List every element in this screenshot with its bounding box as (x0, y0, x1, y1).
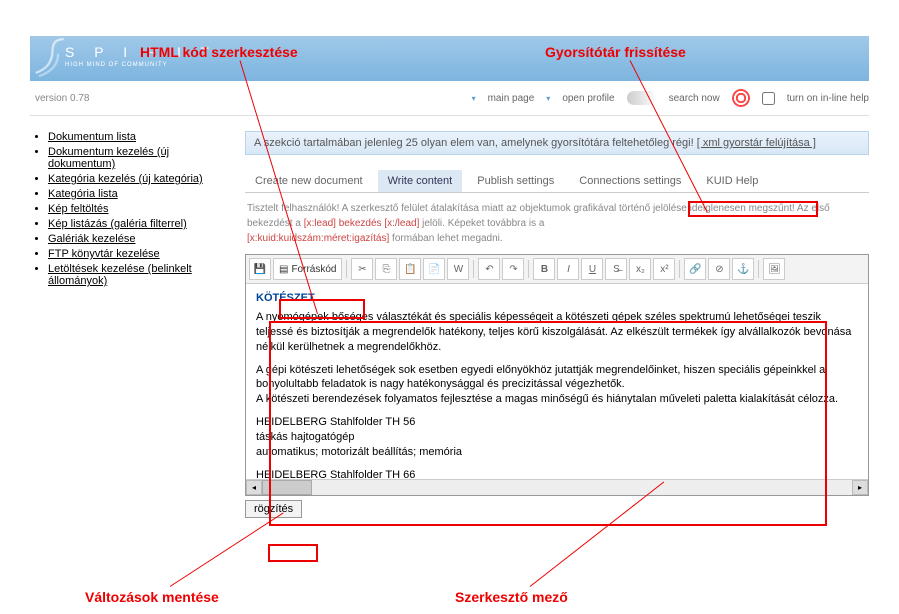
cache-message: A szekció tartalmában jelenleg 25 olyan … (254, 137, 697, 149)
content-paragraph: HEIDELBERG Stahlfolder TH 66 táskás hajt… (256, 468, 858, 479)
nav-main-page[interactable]: main page (488, 93, 535, 104)
strike-icon[interactable]: S̶ (605, 258, 627, 280)
annotation-save-changes: Változások mentése (85, 589, 219, 605)
content-title: KÖTÉSZET (256, 292, 858, 304)
superscript-icon[interactable]: x² (653, 258, 675, 280)
bold-icon[interactable]: B (533, 258, 555, 280)
sidebar-item[interactable]: Dokumentum lista (48, 131, 136, 143)
redo-icon[interactable]: ↷ (502, 258, 524, 280)
intro-text: Tisztelt felhasználók! A szerkesztő felü… (245, 193, 869, 254)
horizontal-scrollbar[interactable]: ◂ ▸ (246, 479, 868, 495)
anchor-icon[interactable]: ⚓ (732, 258, 754, 280)
sidebar-item[interactable]: Letöltések kezelése (belinkelt állományo… (48, 263, 192, 287)
tab-publish[interactable]: Publish settings (467, 170, 564, 192)
nav-open-profile[interactable]: open profile (562, 93, 614, 104)
sidebar-item[interactable]: FTP könyvtár kezelése (48, 248, 160, 260)
sidebar-item[interactable]: Kategória lista (48, 188, 118, 200)
annotation-html-edit: HTML kód szerkesztése (140, 44, 298, 60)
scroll-thumb[interactable] (262, 480, 312, 495)
save-icon[interactable]: 💾 (249, 258, 271, 280)
tab-write-content[interactable]: Write content (378, 170, 463, 192)
tab-bar: Create new document Write content Publis… (245, 170, 869, 193)
cut-icon[interactable]: ✂ (351, 258, 373, 280)
chevron-down-icon: ▾ (546, 94, 550, 103)
scroll-left-arrow-icon[interactable]: ◂ (246, 480, 262, 495)
sidebar-item[interactable]: Dokumentum kezelés (új dokumentum) (48, 146, 169, 170)
chevron-down-icon: ▾ (472, 94, 476, 103)
annotation-box-save (268, 544, 318, 562)
editor-toolbar: 💾 ▤ Forráskód ✂ ⎘ 📋 📄 W ↶ ↷ B I U S̶ (246, 255, 868, 284)
sidebar-item[interactable]: Galériák kezelése (48, 233, 135, 245)
content-paragraph: HEIDELBERG Stahlfolder TH 56 táskás hajt… (256, 415, 858, 460)
sub-header: version 0.78 ▾ main page ▾ open profile … (30, 81, 869, 116)
editor-container: 💾 ▤ Forráskód ✂ ⎘ 📋 📄 W ↶ ↷ B I U S̶ (245, 254, 869, 496)
italic-icon[interactable]: I (557, 258, 579, 280)
content-paragraph: A gépi kötészeti lehetőségek sok esetben… (256, 363, 858, 408)
paste-word-icon[interactable]: W (447, 258, 469, 280)
source-icon: ▤ (279, 264, 288, 275)
sidebar-item[interactable]: Kép listázás (galéria filterrel) (48, 218, 187, 230)
tab-kuid-help[interactable]: KUID Help (696, 170, 768, 192)
nav-inline-help[interactable]: turn on in-line help (787, 93, 869, 104)
sidebar-item[interactable]: Kép feltöltés (48, 203, 109, 215)
underline-icon[interactable]: U (581, 258, 603, 280)
editor-body[interactable]: KÖTÉSZET A nyomógépek bőséges választéká… (246, 284, 868, 479)
undo-icon[interactable]: ↶ (478, 258, 500, 280)
copy-icon[interactable]: ⎘ (375, 258, 397, 280)
annotation-editor-field: Szerkesztő mező (455, 589, 568, 605)
content-paragraph: A nyomógépek bőséges választékát és spec… (256, 310, 858, 355)
inline-help-checkbox[interactable] (762, 92, 775, 105)
annotation-cache-refresh: Gyorsítótár frissítése (545, 44, 686, 60)
cache-banner: A szekció tartalmában jelenleg 25 olyan … (245, 131, 869, 155)
cache-refresh-link[interactable]: [ xml gyorstár felújítása ] (697, 137, 816, 149)
paste-icon[interactable]: 📋 (399, 258, 421, 280)
sidebar-item[interactable]: Kategória kezelés (új kategória) (48, 173, 203, 185)
sidebar: Dokumentum lista Dokumentum kezelés (új … (30, 131, 230, 518)
save-button[interactable]: rögzítés (245, 500, 302, 518)
version-label: version 0.78 (30, 93, 89, 104)
unlink-icon[interactable]: ⊘ (708, 258, 730, 280)
brand-tagline: HIGH MIND OF COMMUNITY (65, 62, 168, 68)
help-lifebuoy-icon[interactable] (732, 89, 750, 107)
tab-create[interactable]: Create new document (245, 170, 373, 192)
link-icon[interactable]: 🔗 (684, 258, 706, 280)
nav-search-now[interactable]: search now (669, 93, 720, 104)
subscript-icon[interactable]: x₂ (629, 258, 651, 280)
scroll-right-arrow-icon[interactable]: ▸ (852, 480, 868, 495)
source-code-button[interactable]: ▤ Forráskód (273, 258, 342, 280)
paste-text-icon[interactable]: 📄 (423, 258, 445, 280)
tab-connections[interactable]: Connections settings (569, 170, 691, 192)
image-icon[interactable]: 🖼 (763, 258, 785, 280)
